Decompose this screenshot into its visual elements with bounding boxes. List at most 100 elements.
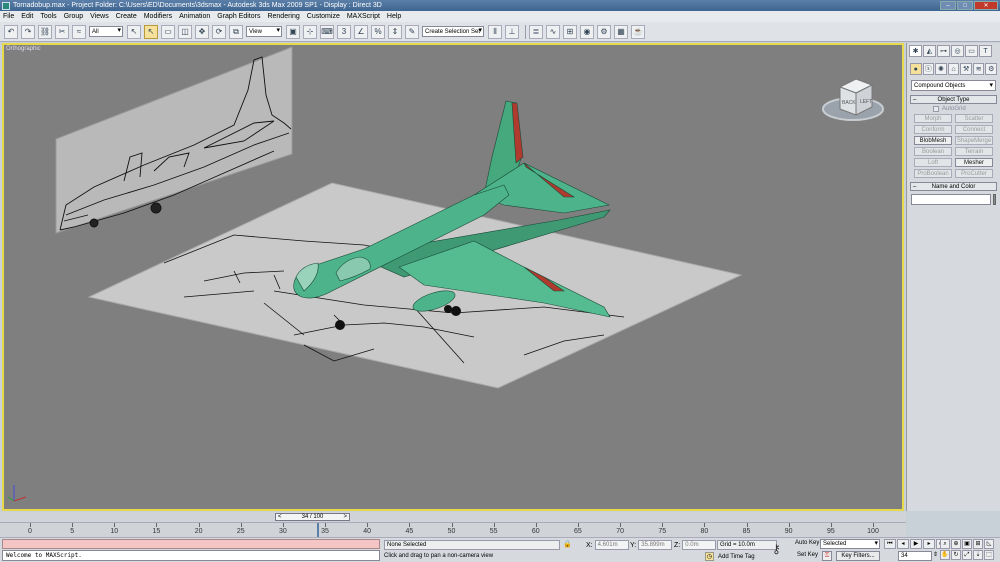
shapemerge-button[interactable]: ShapeMerge <box>955 136 993 145</box>
maxscript-mini-listener[interactable]: Welcome to MAXScript. <box>2 550 380 561</box>
select-and-scale-icon[interactable]: ⧉ <box>229 24 243 39</box>
current-frame-field[interactable]: 34 <box>898 551 932 561</box>
key-mode-icon[interactable]: ⚿ <box>822 551 832 561</box>
minimize-button[interactable]: – <box>940 1 956 10</box>
systems-icon[interactable]: ⚙ <box>985 63 998 75</box>
conform-button[interactable]: Conform <box>914 125 952 134</box>
terrain-button[interactable]: Terrain <box>955 147 993 156</box>
add-time-tag[interactable]: ◷ Add Time Tag <box>705 552 755 561</box>
y-field[interactable]: 35.899m <box>638 540 673 550</box>
menu-customize[interactable]: Customize <box>307 13 340 20</box>
object-type-rollout[interactable]: – Object Type <box>910 95 997 104</box>
next-frame-icon[interactable]: ▸ <box>923 539 935 549</box>
create-tab-icon[interactable]: ✱ <box>909 45 922 57</box>
menu-maxscript[interactable]: MAXScript <box>347 13 380 20</box>
cameras-icon[interactable]: ⌂ <box>947 63 960 75</box>
menu-graph-editors[interactable]: Graph Editors <box>217 13 260 20</box>
proboolean-button[interactable]: ProBoolean <box>914 169 952 178</box>
auto-key-button[interactable]: Auto Key <box>795 540 819 546</box>
selection-filter-dropdown[interactable]: All <box>89 26 123 37</box>
key-filters-button[interactable]: Key Filters... <box>836 551 880 561</box>
redo-icon[interactable]: ↷ <box>21 24 35 39</box>
key-mode-dropdown[interactable]: Selected <box>820 539 880 549</box>
play-icon[interactable]: ▶ <box>910 539 922 549</box>
autogrid-checkbox-box[interactable] <box>933 106 939 112</box>
time-slider-track[interactable]: < 34 / 100 > <box>0 512 906 522</box>
mirror-icon[interactable]: ⫴ <box>488 24 502 39</box>
frame-spinner-icon[interactable]: ⇕ <box>933 551 938 558</box>
menu-file[interactable]: File <box>3 13 14 20</box>
time-tag-icon[interactable]: ◷ <box>705 552 714 561</box>
maxscript-mini-output[interactable] <box>2 539 380 549</box>
menu-help[interactable]: Help <box>387 13 401 20</box>
trackbar[interactable]: 0 5 10 15 20 25 30 35 40 45 50 55 60 65 70 75 80 85 90 95 10… <box>0 522 906 537</box>
previous-frame-icon[interactable]: ◂ <box>897 539 909 549</box>
maximize-button[interactable]: □ <box>957 1 973 10</box>
angle-snap-icon[interactable]: ∠ <box>354 24 368 39</box>
orbit-icon[interactable]: ↻ <box>951 550 961 560</box>
geometry-icon[interactable]: ● <box>910 63 922 75</box>
select-and-move-icon[interactable]: ✥ <box>195 24 209 39</box>
rendered-frame-window-icon[interactable]: ▦ <box>614 24 628 39</box>
zoom-extents-all-icon[interactable]: ⊞ <box>973 539 983 549</box>
selection-lock-icon[interactable]: 🔒 <box>563 540 572 548</box>
manipulate-icon[interactable]: ⊹ <box>303 24 317 39</box>
select-object-icon[interactable]: ↖ <box>127 24 141 39</box>
menu-create[interactable]: Create <box>116 13 137 20</box>
walk-through-icon[interactable]: ⇣ <box>973 550 983 560</box>
zoom-extents-icon[interactable]: ▣ <box>962 539 972 549</box>
window-crossing-icon[interactable]: ◫ <box>178 24 192 39</box>
unlink-icon[interactable]: ✂ <box>55 24 69 39</box>
object-category-dropdown[interactable]: Compound Objects <box>911 80 996 91</box>
spinner-snap-icon[interactable]: ⇕ <box>388 24 402 39</box>
time-slider-thumb[interactable]: < 34 / 100 > <box>275 513 350 521</box>
render-setup-icon[interactable]: ⚙ <box>597 24 611 39</box>
named-selection-sets-dropdown[interactable]: Create Selection Set <box>422 26 484 37</box>
spacewarps-icon[interactable]: ≋ <box>972 63 985 75</box>
z-field[interactable]: 0.0m <box>682 540 717 550</box>
modify-tab-icon[interactable]: ◭ <box>923 45 936 57</box>
go-to-start-icon[interactable]: ⏮ <box>884 539 896 549</box>
zoom-icon[interactable]: ⌕ <box>940 539 950 549</box>
schematic-view-icon[interactable]: ⊞ <box>563 24 577 39</box>
menu-rendering[interactable]: Rendering <box>267 13 299 20</box>
render-production-icon[interactable]: ☕ <box>631 24 645 39</box>
boolean-button[interactable]: Boolean <box>914 147 952 156</box>
pan-view-icon[interactable]: ✋ <box>940 550 950 560</box>
field-of-view-icon[interactable]: ◺ <box>984 539 994 549</box>
percent-snap-icon[interactable]: % <box>371 24 385 39</box>
close-button[interactable]: ✕ <box>974 1 998 10</box>
x-field[interactable]: 4.601m <box>594 540 629 550</box>
procutter-button[interactable]: ProCutter <box>955 169 993 178</box>
shapes-icon[interactable]: ⓢ <box>922 63 935 75</box>
menu-animation[interactable]: Animation <box>179 13 210 20</box>
select-link-icon[interactable]: ⛓ <box>38 24 52 39</box>
edit-named-selection-icon[interactable]: ✎ <box>405 24 419 39</box>
undo-icon[interactable]: ↶ <box>4 24 18 39</box>
menu-views[interactable]: Views <box>90 13 109 20</box>
key-icon[interactable]: ⚷ <box>772 542 781 556</box>
3dsmax-app-icon[interactable] <box>2 1 10 10</box>
connect-button[interactable]: Connect <box>955 125 993 134</box>
curve-editor-icon[interactable]: ∿ <box>546 24 560 39</box>
region-zoom-icon[interactable]: ⬚ <box>984 550 994 560</box>
keyboard-shortcut-override-icon[interactable]: ⌨ <box>320 24 334 39</box>
snaps-toggle-icon[interactable]: 3 <box>337 24 351 39</box>
align-icon[interactable]: ⊥ <box>505 24 519 39</box>
utilities-tab-icon[interactable]: T <box>979 45 992 57</box>
menu-modifiers[interactable]: Modifiers <box>144 13 172 20</box>
lights-icon[interactable]: ✺ <box>935 63 947 75</box>
viewcube[interactable]: BACK LEFT <box>820 75 886 125</box>
display-tab-icon[interactable]: ▭ <box>965 45 978 57</box>
maximize-viewport-icon[interactable]: ⤢ <box>962 550 972 560</box>
menu-edit[interactable]: Edit <box>21 13 33 20</box>
rectangular-selection-icon[interactable]: ▭ <box>161 24 175 39</box>
name-and-color-rollout[interactable]: – Name and Color <box>910 182 997 191</box>
layer-manager-icon[interactable]: ≣ <box>529 24 543 39</box>
mesher-button[interactable]: Mesher <box>955 158 993 167</box>
orthographic-viewport[interactable]: Orthographic BACK LEFT <box>2 43 904 511</box>
loft-button[interactable]: Loft <box>914 158 952 167</box>
material-editor-icon[interactable]: ◉ <box>580 24 594 39</box>
reference-coordinate-dropdown[interactable]: View <box>246 26 282 37</box>
slider-next-arrow[interactable]: > <box>343 514 347 520</box>
